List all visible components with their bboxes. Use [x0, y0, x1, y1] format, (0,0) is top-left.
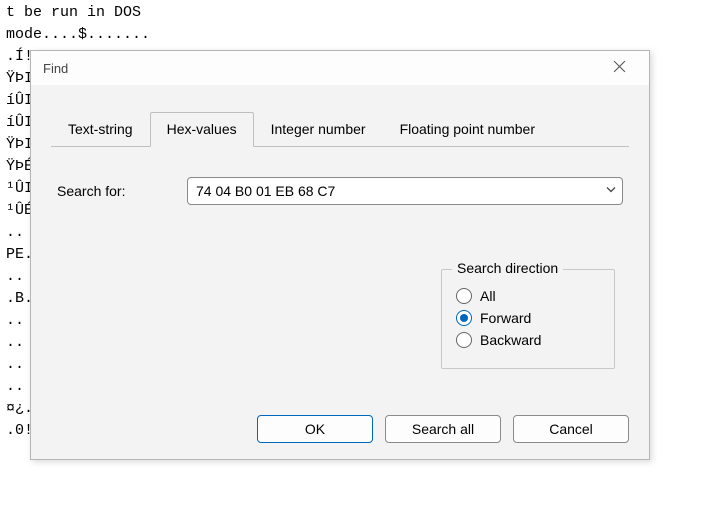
- tab-integer-number[interactable]: Integer number: [254, 112, 383, 147]
- radio-icon: [456, 288, 472, 304]
- dialog-title: Find: [43, 61, 68, 76]
- search-for-row: Search for:: [51, 177, 629, 205]
- dialog-button-row: OK Search all Cancel: [257, 415, 629, 443]
- find-dialog: Find Text-string Hex-values Integer numb…: [30, 50, 650, 460]
- radio-label: Backward: [480, 332, 541, 348]
- radio-icon: [456, 332, 472, 348]
- search-for-label: Search for:: [57, 183, 187, 199]
- cancel-button[interactable]: Cancel: [513, 415, 629, 443]
- close-button[interactable]: [599, 54, 639, 82]
- search-direction-group: Search direction All Forward Backward: [441, 269, 615, 369]
- titlebar: Find: [31, 51, 649, 85]
- radio-all[interactable]: All: [456, 288, 600, 304]
- radio-backward[interactable]: Backward: [456, 332, 600, 348]
- tab-floating-point[interactable]: Floating point number: [383, 112, 552, 147]
- dialog-body: Text-string Hex-values Integer number Fl…: [31, 85, 649, 205]
- radio-label: All: [480, 288, 496, 304]
- close-icon: [613, 60, 626, 76]
- search-for-input[interactable]: [187, 177, 623, 205]
- search-direction-title: Search direction: [452, 260, 563, 276]
- search-for-combo[interactable]: [187, 177, 623, 205]
- radio-forward[interactable]: Forward: [456, 310, 600, 326]
- radio-label: Forward: [480, 310, 531, 326]
- ok-button[interactable]: OK: [257, 415, 373, 443]
- search-all-button[interactable]: Search all: [385, 415, 501, 443]
- tab-text-string[interactable]: Text-string: [51, 112, 150, 147]
- tabstrip: Text-string Hex-values Integer number Fl…: [51, 111, 629, 147]
- tab-hex-values[interactable]: Hex-values: [150, 112, 254, 147]
- radio-icon: [456, 310, 472, 326]
